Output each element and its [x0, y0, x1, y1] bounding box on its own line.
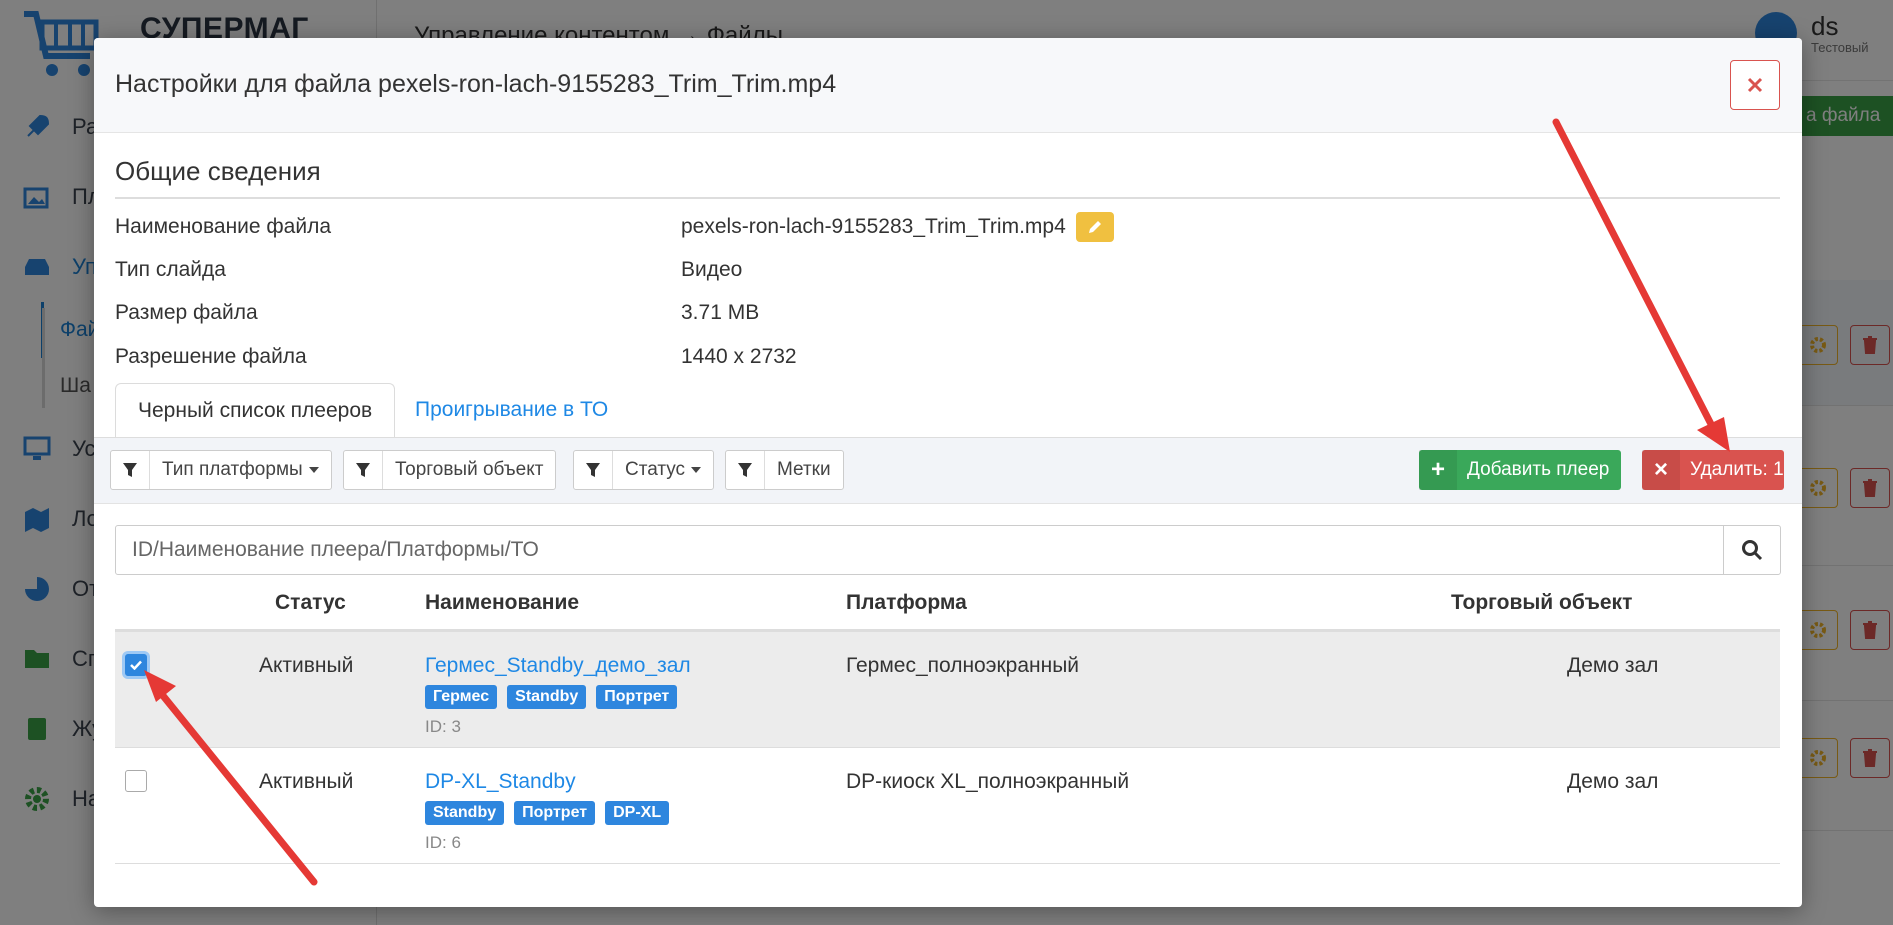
tag-badge: Standby — [507, 685, 587, 709]
table-row[interactable]: Активный DP-XL_Standby Standby Портрет D… — [115, 748, 1780, 864]
info-row-resolution: Разрешение файла 1440 x 2732 — [115, 342, 1780, 372]
filter-status[interactable]: Статус — [573, 450, 715, 490]
filename-value: pexels-ron-lach-9155283_Trim_Trim.mp4 — [681, 215, 1066, 238]
info-label: Разрешение файла — [115, 345, 307, 368]
plus-icon: + — [1419, 450, 1457, 490]
filter-label: Статус — [625, 459, 686, 480]
column-header-name[interactable]: Наименование — [425, 591, 579, 615]
delete-label: Удалить: 1 — [1690, 459, 1784, 480]
filter-label: Тип платформы — [162, 459, 303, 480]
filter-icon — [726, 451, 765, 489]
row-id: ID: 6 — [425, 833, 461, 852]
section-title: Общие сведения — [115, 156, 321, 186]
info-value: 3.71 MB — [681, 301, 760, 324]
tag-badge: DP-XL — [605, 801, 670, 825]
column-header-platform[interactable]: Платформа — [846, 591, 967, 615]
row-platform: Гермес_полноэкранный — [846, 654, 1080, 677]
info-value: pexels-ron-lach-9155283_Trim_Trim.mp4 — [681, 212, 1114, 242]
column-header-store[interactable]: Торговый объект — [1451, 591, 1632, 615]
edit-filename-button[interactable] — [1075, 212, 1114, 242]
tag-badge: Портрет — [514, 801, 596, 825]
info-label: Тип слайда — [115, 258, 226, 281]
caret-down-icon — [308, 467, 319, 473]
tag-badge: Standby — [425, 801, 505, 825]
modal-header: Настройки для файла pexels-ron-lach-9155… — [94, 38, 1802, 133]
info-label: Наименование файла — [115, 215, 332, 238]
info-row-file-size: Размер файла 3.71 MB — [115, 298, 1780, 328]
info-value: Видео — [681, 258, 743, 281]
delete-selected-button[interactable]: × Удалить: 1 — [1642, 450, 1784, 490]
tag-badge: Портрет — [596, 685, 678, 709]
close-icon — [1747, 77, 1763, 93]
row-store: Демо зал — [1567, 770, 1659, 793]
filter-tags[interactable]: Метки — [725, 450, 844, 490]
tag-badge: Гермес — [425, 685, 498, 709]
row-store: Демо зал — [1567, 654, 1659, 677]
add-player-label: Добавить плеер — [1467, 459, 1610, 480]
players-table: Статус Наименование Платформа Торговый о… — [115, 579, 1780, 864]
search-button[interactable] — [1723, 526, 1780, 574]
file-settings-modal: Настройки для файла pexels-ron-lach-9155… — [94, 38, 1802, 907]
row-checkbox[interactable] — [125, 654, 147, 676]
search-box — [115, 525, 1781, 575]
tag-list: Гермес Standby Портрет — [425, 685, 687, 709]
add-player-button[interactable]: + Добавить плеер — [1419, 450, 1621, 490]
close-button[interactable] — [1730, 60, 1780, 110]
player-name-link[interactable]: Гермес_Standby_демо_зал — [425, 654, 691, 678]
search-input[interactable] — [116, 526, 1723, 574]
section-divider — [115, 197, 1780, 199]
filter-icon — [344, 451, 383, 489]
row-id: ID: 3 — [425, 717, 461, 736]
tag-list: Standby Портрет DP-XL — [425, 801, 679, 825]
filter-store[interactable]: Торговый объект — [343, 450, 557, 490]
table-header: Статус Наименование Платформа Торговый о… — [115, 579, 1780, 632]
filter-platform-type[interactable]: Тип платформы — [110, 450, 332, 490]
tabs: Черный список плееров Проигрывание в ТО — [115, 383, 1780, 438]
modal-title: Настройки для файла pexels-ron-lach-9155… — [115, 70, 837, 98]
search-icon — [1742, 540, 1763, 561]
info-row-slide-type: Тип слайда Видео — [115, 255, 1780, 285]
check-icon — [130, 660, 142, 670]
filter-label: Торговый объект — [395, 459, 544, 480]
filter-icon — [574, 451, 613, 489]
info-row-filename: Наименование файла pexels-ron-lach-91552… — [115, 212, 1780, 242]
info-value: 1440 x 2732 — [681, 345, 797, 368]
filter-icon — [111, 451, 150, 489]
player-name-link[interactable]: DP-XL_Standby — [425, 770, 576, 794]
row-checkbox[interactable] — [125, 770, 147, 792]
pencil-icon — [1088, 221, 1101, 233]
times-icon: × — [1642, 450, 1680, 490]
column-header-status[interactable]: Статус — [275, 591, 346, 615]
table-row[interactable]: Активный Гермес_Standby_демо_зал Гермес … — [115, 632, 1780, 748]
filter-label: Метки — [777, 459, 831, 480]
caret-down-icon — [691, 467, 702, 473]
tab-player-blacklist[interactable]: Черный список плееров — [115, 383, 396, 438]
row-status: Активный — [259, 770, 354, 793]
info-label: Размер файла — [115, 301, 258, 324]
row-status: Активный — [259, 654, 354, 677]
row-platform: DP-киоск XL_полноэкранный — [846, 770, 1130, 793]
tab-playback-in-store[interactable]: Проигрывание в ТО — [393, 383, 630, 437]
